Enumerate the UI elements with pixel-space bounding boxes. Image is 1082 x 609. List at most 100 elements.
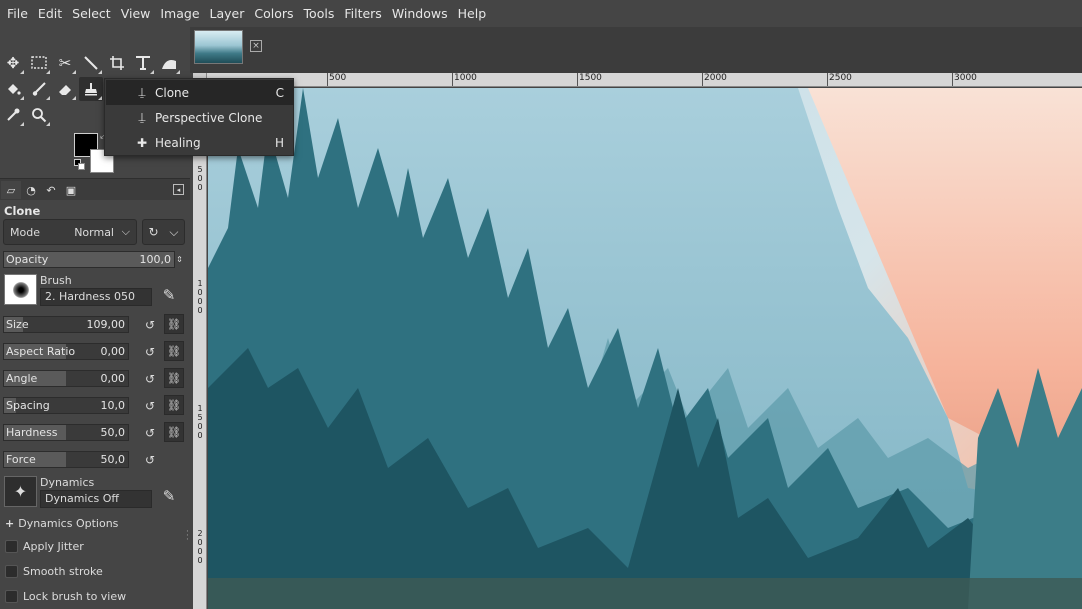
close-icon[interactable]: × [250, 40, 262, 52]
dynamics-preview-icon[interactable]: ✦ [4, 476, 37, 507]
dynamics-name-field[interactable]: Dynamics Off [40, 490, 152, 508]
menu-windows[interactable]: Windows [387, 0, 453, 27]
crop-tool-icon[interactable] [105, 51, 129, 75]
chevron-down-icon: ⌵ [121, 225, 130, 238]
dynamics-options-expander[interactable]: + Dynamics Options [5, 517, 118, 530]
zoom-tool-icon[interactable] [27, 103, 51, 127]
ruler-digit: 0 [197, 306, 203, 315]
edit-brush-icon[interactable]: ✎ [158, 285, 180, 305]
menu-help[interactable]: Help [453, 0, 492, 27]
dynamics-label: Dynamics [40, 476, 95, 489]
smooth-stroke-checkbox[interactable] [5, 565, 18, 578]
healing-icon: ✚ [136, 135, 148, 150]
size-slider[interactable]: Size 109,00 [3, 316, 129, 333]
default-colors-icon-back [78, 163, 85, 170]
reset-aspect-ratio-icon[interactable]: ↺ [142, 343, 158, 360]
fuzzy-select-tool-icon[interactable] [79, 51, 103, 75]
size-label: Size [6, 318, 29, 331]
ruler-label: 1500 [579, 73, 602, 83]
reset-spacing-icon[interactable]: ↺ [142, 397, 158, 414]
undo-history-tab-icon[interactable]: ↶ [41, 181, 61, 199]
scissors-select-tool-icon[interactable]: ✂ [53, 51, 77, 75]
menu-edit[interactable]: Edit [33, 0, 67, 27]
lock-brush-label: Lock brush to view [23, 590, 127, 603]
link-hardness-icon[interactable]: ⛓ [164, 422, 184, 442]
paintbrush-tool-icon[interactable] [27, 77, 51, 101]
ruler-digit: 5 [197, 413, 203, 422]
angle-label: Angle [6, 372, 38, 385]
rect-select-tool-icon[interactable] [27, 51, 51, 75]
ruler-digit: 0 [197, 538, 203, 547]
link-angle-icon[interactable]: ⛓ [164, 368, 184, 388]
reset-angle-icon[interactable]: ↺ [142, 370, 158, 387]
menu-file[interactable]: File [2, 0, 33, 27]
clone-tool-icon[interactable] [79, 77, 103, 101]
ruler-digit: 0 [197, 547, 203, 556]
brush-preview[interactable] [4, 274, 37, 305]
reset-force-icon[interactable]: ↺ [142, 451, 158, 468]
mode-options-button[interactable]: ↻ ⌵ [142, 219, 185, 245]
ruler-digit: 2 [197, 529, 203, 538]
link-size-icon[interactable]: ⛓ [164, 314, 184, 334]
aspect-ratio-slider[interactable]: Aspect Ratio 0,00 [3, 343, 129, 360]
vertical-ruler[interactable]: 5 0 0 1 0 0 0 1 5 0 0 2 0 0 0 [193, 87, 207, 609]
bucket-fill-tool-icon[interactable] [1, 77, 25, 101]
warp-transform-tool-icon[interactable] [157, 51, 181, 75]
opacity-spin-icon[interactable]: ⇕ [174, 251, 185, 268]
menu-image[interactable]: Image [155, 0, 204, 27]
menu-colors[interactable]: Colors [249, 0, 298, 27]
image-thumbnail[interactable] [194, 30, 243, 64]
force-slider[interactable]: Force 50,0 [3, 451, 129, 468]
popup-item-clone[interactable]: ⍊ Clone C [106, 80, 294, 105]
move-tool-icon[interactable]: ✥ [1, 51, 25, 75]
apply-jitter-label: Apply Jitter [23, 540, 84, 553]
edit-dynamics-icon[interactable]: ✎ [158, 486, 180, 506]
spacing-label: Spacing [6, 399, 50, 412]
opacity-slider[interactable]: Opacity 100,0 [3, 251, 175, 268]
hardness-value: 50,0 [100, 426, 126, 439]
unified-transform-tool-icon[interactable] [131, 51, 155, 75]
clone-stamp-icon: ⍊ [138, 85, 146, 99]
tool-group-popup: ⍊ Clone C ⍊ Perspective Clone ✚ Healing … [104, 78, 294, 156]
spacing-slider[interactable]: Spacing 10,0 [3, 397, 129, 414]
eraser-tool-icon[interactable] [53, 77, 77, 101]
device-status-tab-icon[interactable]: ◔ [21, 181, 41, 199]
link-aspect-ratio-icon[interactable]: ⛓ [164, 341, 184, 361]
smooth-stroke-label: Smooth stroke [23, 565, 103, 578]
dock-resize-handle[interactable]: · · · [186, 528, 189, 545]
mode-dropdown[interactable]: Mode Normal ⌵ [3, 219, 137, 245]
landscape-photo [208, 88, 1082, 609]
spacing-value: 10,0 [100, 399, 126, 412]
angle-value: 0,00 [100, 372, 126, 385]
menu-filters[interactable]: Filters [339, 0, 386, 27]
hardness-slider[interactable]: Hardness 50,0 [3, 424, 129, 441]
menu-view[interactable]: View [116, 0, 156, 27]
popup-item-label: Clone [155, 85, 190, 100]
popup-item-perspective-clone[interactable]: ⍊ Perspective Clone [106, 105, 294, 130]
apply-jitter-checkbox[interactable] [5, 540, 18, 553]
image-canvas[interactable] [208, 88, 1082, 609]
color-picker-tool-icon[interactable] [1, 103, 25, 127]
popup-item-healing[interactable]: ✚ Healing H [106, 130, 294, 155]
images-tab-icon[interactable]: ▣ [61, 181, 81, 199]
dock-menu-icon[interactable]: ◂ [173, 184, 184, 195]
ruler-label: 2000 [704, 73, 727, 83]
lock-brush-checkbox[interactable] [5, 590, 18, 603]
link-spacing-icon[interactable]: ⛓ [164, 395, 184, 415]
ruler-digit: 0 [197, 297, 203, 306]
popup-item-shortcut: C [275, 85, 284, 100]
angle-slider[interactable]: Angle 0,00 [3, 370, 129, 387]
tool-options-tab-icon[interactable]: ▱ [1, 181, 21, 199]
ruler-digit: 0 [197, 556, 203, 565]
menu-layer[interactable]: Layer [205, 0, 250, 27]
reset-size-icon[interactable]: ↺ [142, 316, 158, 333]
horizontal-ruler[interactable]: 500 1000 1500 2000 2500 3000 [207, 73, 1082, 87]
ruler-digit: 0 [197, 422, 203, 431]
brush-name-field[interactable]: 2. Hardness 050 [40, 288, 152, 306]
reset-hardness-icon[interactable]: ↺ [142, 424, 158, 441]
menu-select[interactable]: Select [67, 0, 116, 27]
opacity-value: 100,0 [139, 253, 172, 266]
menubar: File Edit Select View Image Layer Colors… [0, 0, 1082, 27]
menu-tools[interactable]: Tools [299, 0, 340, 27]
swap-mode-icon: ↻ [148, 225, 159, 239]
